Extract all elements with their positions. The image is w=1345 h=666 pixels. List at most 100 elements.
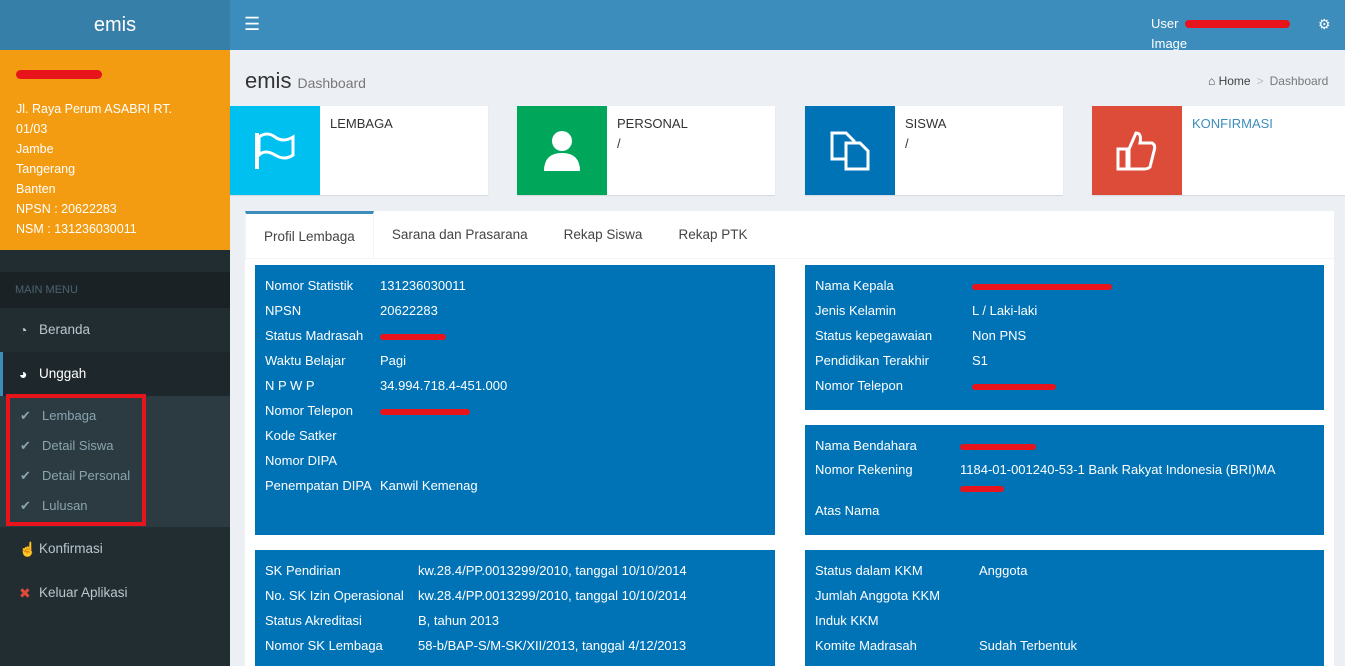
thumbs-up-icon: ☝ (19, 541, 37, 557)
redacted-value (960, 443, 1036, 450)
field-value: 58-b/BAP-S/M-SK/XII/2013, tanggal 4/12/2… (418, 638, 687, 653)
sidebar-item-unggah[interactable]: ◕ Unggah (0, 352, 230, 396)
field-value: 131236030011 (380, 278, 466, 293)
npsn-text: NPSN : 20622283 (16, 202, 117, 216)
times-circle-icon: ✖ (19, 585, 31, 601)
redacted-value (380, 333, 446, 340)
field-label: Jenis Kelamin (815, 303, 896, 318)
sidebar-toggle-icon[interactable]: ☰ (244, 14, 260, 35)
redacted-username (1185, 20, 1290, 28)
globe-icon: ◕ (19, 366, 28, 382)
field-label: Nomor Telepon (265, 403, 353, 418)
breadcrumb: ⌂ Home > Dashboard (1208, 74, 1329, 88)
breadcrumb-home[interactable]: Home (1219, 74, 1251, 88)
tab-rekap-siswa[interactable]: Rekap Siswa (546, 211, 661, 258)
field-value: Sudah Terbentuk (979, 638, 1078, 653)
annotation-highlight-box (6, 394, 146, 526)
field-label: SK Pendirian (265, 563, 341, 578)
sidebar-item-label: Beranda (39, 322, 91, 337)
field-label: Status dalam KKM (815, 563, 923, 578)
address-line: Tangerang (16, 162, 76, 176)
thumbs-up-icon (1092, 106, 1182, 195)
kkm-card: Status dalam KKM Anggota Jumlah Anggota K… (805, 550, 1324, 666)
field-value: 20622283 (380, 303, 438, 318)
dashboard-icon: ◔ (19, 322, 28, 338)
info-box-label: LEMBAGA (330, 116, 393, 131)
top-navbar: ☰ User Image ⚙ (230, 0, 1345, 51)
redacted-value (960, 485, 1004, 492)
user-icon (517, 106, 607, 195)
tab-rekap-ptk[interactable]: Rekap PTK (660, 211, 765, 258)
field-label: Waktu Belajar (265, 353, 346, 368)
field-label: Nomor DIPA (265, 453, 337, 468)
info-box-value: / (905, 136, 909, 151)
field-value: Pagi (380, 353, 407, 368)
user-label: User (1151, 16, 1179, 31)
field-label: Nomor Statistik (265, 278, 354, 293)
field-label: Nama Kepala (815, 278, 894, 293)
profil-lembaga-card: Nomor Statistik 131236030011 NPSN 20622283… (255, 265, 775, 535)
breadcrumb-current: Dashboard (1269, 74, 1329, 88)
bendahara-card: Nama Bendahara Nomor Rekening 1184-01-001… (805, 425, 1324, 535)
field-label: Status Akreditasi (265, 613, 362, 628)
sidebar-item-konfirmasi[interactable]: ☝ Konfirmasi (0, 527, 230, 571)
field-label: Kode Satker (265, 428, 337, 443)
info-box-konfirmasi[interactable]: KONFIRMASI (1092, 106, 1345, 195)
user-menu[interactable]: User Image (1151, 14, 1187, 54)
field-label: NPSN (265, 303, 302, 318)
field-value: Anggota (979, 563, 1028, 578)
field-label: Atas Nama (815, 503, 880, 518)
field-label: N P W P (265, 378, 315, 393)
page-title: emis Dashboard (245, 68, 366, 94)
field-label: No. SK Izin Operasional (265, 588, 404, 603)
copy-icon (805, 106, 895, 195)
field-label: Penempatan DIPA (265, 478, 372, 493)
sidebar-item-keluar[interactable]: ✖ Keluar Aplikasi (0, 571, 230, 615)
redacted-name (16, 70, 102, 79)
field-label: Status Madrasah (265, 328, 364, 343)
info-box-siswa[interactable]: SISWA / (805, 106, 1063, 195)
tab-sarana-prasarana[interactable]: Sarana dan Prasarana (374, 211, 546, 258)
nsm-text: NSM : 131236030011 (16, 222, 137, 236)
address-line: Jl. Raya Perum ASABRI RT. (16, 102, 173, 116)
info-box-personal[interactable]: PERSONAL / (517, 106, 775, 195)
info-box-label: PERSONAL (617, 116, 688, 131)
page-title-text: emis (245, 68, 292, 93)
flag-icon (230, 106, 320, 195)
sidebar-item-label: Unggah (39, 366, 87, 381)
field-label: Nomor Rekening (815, 462, 913, 477)
field-value: 1184-01-001240-53-1 Bank Rakyat Indonesi… (960, 462, 1276, 477)
address-line: Banten (16, 182, 56, 196)
field-value: Kanwil Kemenag (380, 478, 478, 493)
sidebar: emis Jl. Raya Perum ASABRI RT. 01/03 Jam… (0, 0, 230, 666)
field-value (979, 583, 1314, 608)
field-label: Jumlah Anggota KKM (815, 588, 941, 603)
sidebar-header: MAIN MENU (0, 272, 230, 308)
app-logo[interactable]: emis (0, 0, 230, 50)
field-value (380, 423, 765, 448)
field-value: S1 (972, 353, 988, 368)
field-value: L / Laki-laki (972, 303, 1038, 318)
info-box-lembaga[interactable]: LEMBAGA (230, 106, 488, 195)
field-value: B, tahun 2013 (418, 613, 499, 628)
redacted-value (972, 383, 1056, 390)
sidebar-item-label: Konfirmasi (39, 541, 103, 556)
field-value (979, 608, 1314, 633)
field-value (960, 498, 1314, 523)
address-line: 01/03 (16, 122, 48, 136)
gears-icon[interactable]: ⚙ (1318, 16, 1331, 33)
field-value: kw.28.4/PP.0013299/2010, tanggal 10/10/2… (418, 563, 687, 578)
home-icon: ⌂ (1208, 74, 1216, 88)
redacted-value (972, 283, 1112, 290)
field-value: kw.28.4/PP.0013299/2010, tanggal 10/10/2… (418, 588, 687, 603)
info-box-value: / (617, 136, 621, 151)
sidebar-item-beranda[interactable]: ◔ Beranda (0, 308, 230, 352)
field-value: Non PNS (972, 328, 1027, 343)
address-line: Jambe (16, 142, 54, 156)
field-label: Komite Madrasah (815, 638, 917, 653)
tab-profil-lembaga[interactable]: Profil Lembaga (245, 211, 374, 258)
info-box-label: SISWA (905, 116, 947, 131)
field-label: Status kepegawaian (815, 328, 933, 343)
kepala-card: Nama Kepala Jenis Kelamin L / Laki-laki S… (805, 265, 1324, 410)
field-value: 34.994.718.4-451.000 (380, 378, 508, 393)
